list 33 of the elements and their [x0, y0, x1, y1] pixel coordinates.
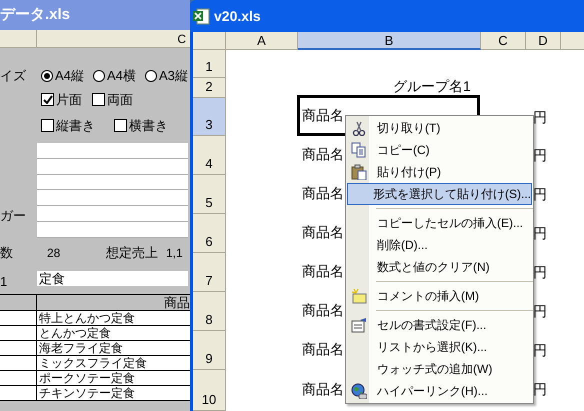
cell-text: 円 [533, 224, 547, 243]
checkbox-label: 横書き [129, 117, 168, 135]
column-header: C [176, 31, 187, 47]
form-label: 数 [0, 244, 13, 262]
table-cell-text: 特上とんかつ定食 [38, 311, 136, 325]
form-label: ガー [0, 207, 26, 225]
table-cell-text: チキンソテー定食 [38, 386, 136, 400]
window-title: データ.xls [0, 4, 70, 25]
cell-text: 円 [533, 146, 547, 165]
checkbox-label: 縦書き [56, 117, 95, 135]
radio-label: A4縦 [55, 67, 84, 85]
form-label: 1 [0, 273, 8, 291]
cell-text: 円 [533, 380, 547, 399]
cell-text: 円 [533, 302, 547, 321]
form-label: イズ [0, 67, 26, 85]
count-value: 28 [47, 245, 60, 262]
cell-text: 円 [533, 341, 547, 360]
cell-text: グループ名1 [393, 77, 471, 96]
table-cell-text: とんかつ定食 [38, 326, 112, 340]
table-cell-text: 海老フライ定食 [38, 341, 124, 355]
cell-text: 円 [533, 263, 547, 282]
checkbox-label: 両面 [107, 91, 133, 109]
checkbox-label: 片面 [56, 91, 82, 109]
form-label: 想定売上 [106, 244, 158, 262]
sales-value: 1,1 [166, 245, 183, 262]
table-cell-text: ポークソテー定食 [38, 371, 136, 385]
table-cell-text: ミックスフライ定食 [38, 356, 148, 370]
table-header: 商品 [163, 295, 190, 310]
cell-text: 円 [533, 185, 547, 204]
cell-text: 円 [533, 108, 547, 127]
radio-label: A3縦 [159, 67, 188, 85]
radio-label: A4横 [107, 67, 136, 85]
window-title: v20.xls [214, 6, 261, 26]
